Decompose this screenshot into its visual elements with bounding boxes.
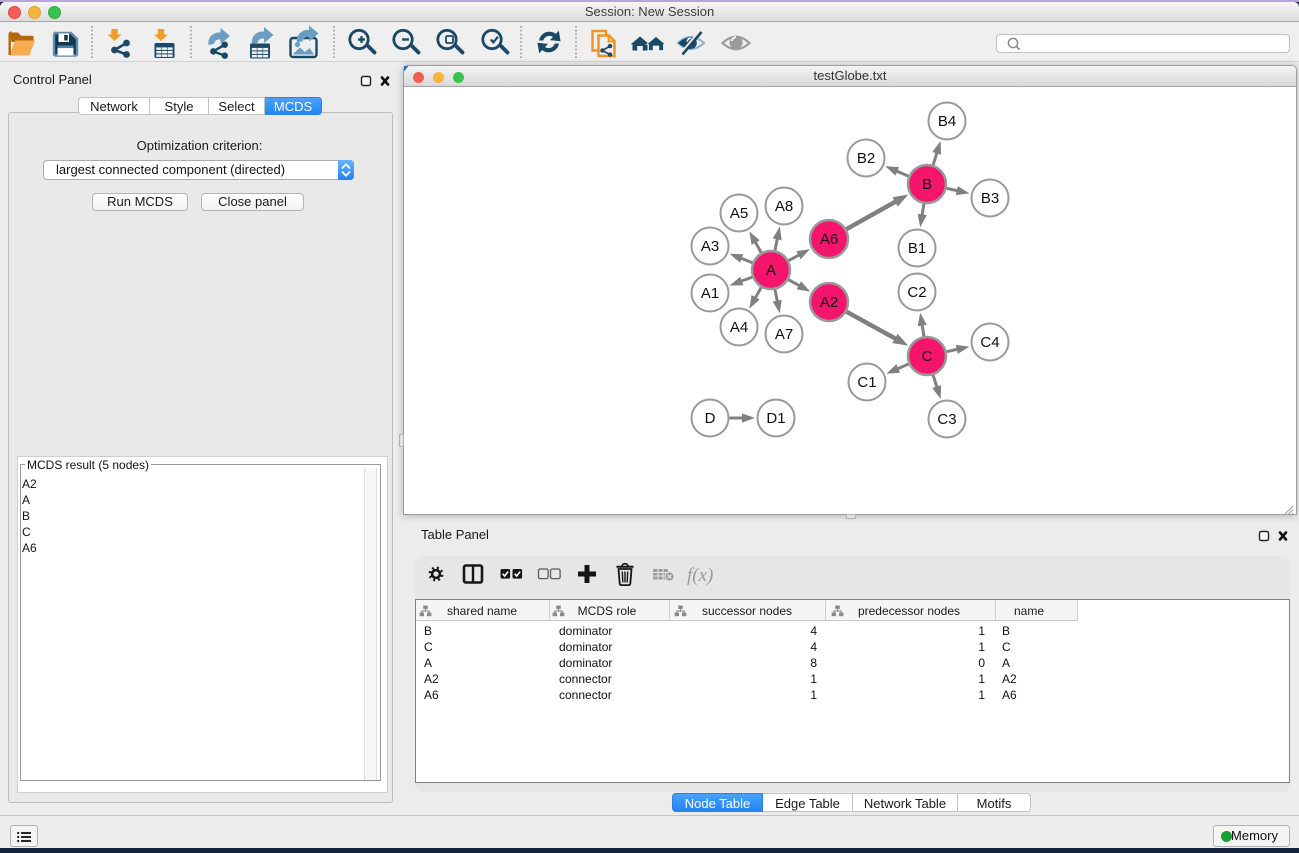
svg-text:A2: A2: [820, 294, 838, 311]
svg-text:B3: B3: [981, 190, 999, 207]
svg-text:C: C: [922, 348, 933, 365]
svg-text:A7: A7: [775, 326, 793, 343]
svg-text:A6: A6: [820, 231, 838, 248]
svg-text:A1: A1: [701, 285, 719, 302]
svg-text:A3: A3: [701, 238, 719, 255]
svg-text:B2: B2: [857, 150, 875, 167]
svg-text:f(x): f(x): [687, 565, 713, 586]
svg-text:C3: C3: [937, 411, 956, 428]
svg-text:A8: A8: [775, 198, 793, 215]
svg-text:A: A: [766, 262, 776, 279]
svg-text:A5: A5: [730, 205, 748, 222]
svg-text:B4: B4: [938, 113, 956, 130]
svg-text:B: B: [922, 176, 932, 193]
svg-text:C2: C2: [907, 284, 926, 301]
svg-text:C4: C4: [980, 334, 999, 351]
svg-text:C1: C1: [857, 374, 876, 391]
svg-text:D1: D1: [766, 410, 785, 427]
svg-text:A4: A4: [730, 319, 748, 336]
svg-text:B1: B1: [908, 240, 926, 257]
svg-text:D: D: [705, 410, 716, 427]
